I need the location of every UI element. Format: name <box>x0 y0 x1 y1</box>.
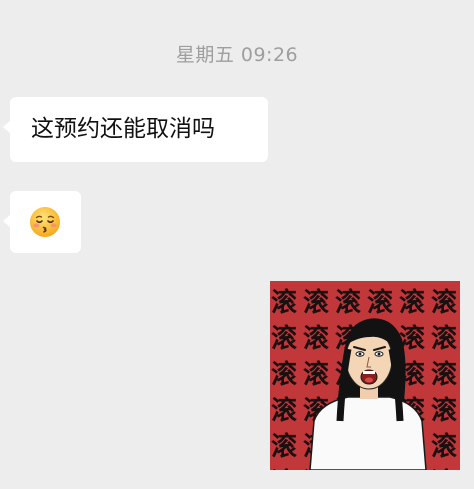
kissing-face-icon <box>30 207 60 237</box>
screaming-woman-sticker[interactable]: 滚滚滚滚滚滚滚滚滚滚滚滚滚滚滚滚滚滚滚滚滚滚滚滚滚滚滚滚滚滚滚滚滚滚滚滚 <box>270 281 460 470</box>
incoming-message-bubble[interactable]: 这预约还能取消吗 <box>3 97 268 162</box>
chat-timestamp: 星期五 09:26 <box>175 44 299 66</box>
screaming-woman-figure <box>309 318 427 470</box>
message-text: 这预约还能取消吗 <box>31 116 215 142</box>
incoming-emoji-bubble[interactable] <box>3 191 81 253</box>
